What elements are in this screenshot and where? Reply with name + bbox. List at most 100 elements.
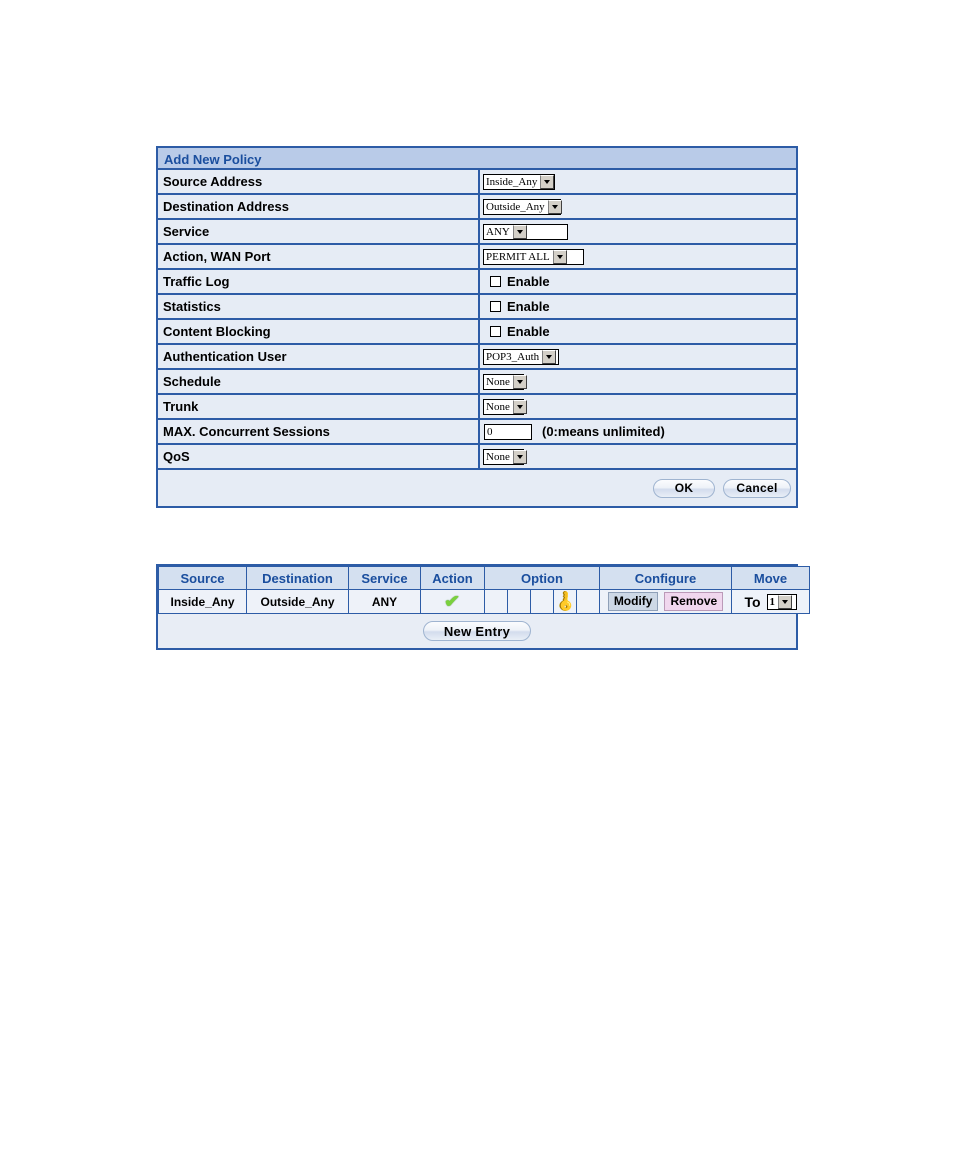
form-row-schedule: Schedule None: [158, 370, 796, 395]
traffic-log-checkbox[interactable]: [490, 276, 501, 287]
source-address-select-value: Inside_Any: [486, 175, 538, 188]
chevron-down-icon[interactable]: [512, 449, 527, 464]
label-authentication-user: Authentication User: [158, 345, 480, 368]
form-row-authentication-user: Authentication User POP3_Auth: [158, 345, 796, 370]
service-select[interactable]: ANY: [483, 223, 568, 240]
chevron-down-icon[interactable]: [512, 399, 527, 414]
column-header-move: Move: [731, 566, 810, 590]
column-header-action: Action: [420, 566, 485, 590]
cell-source: Inside_Any: [158, 589, 247, 614]
cell-option-2: [507, 589, 531, 614]
label-qos: QoS: [158, 445, 480, 468]
panel-title: Add New Policy: [158, 146, 796, 170]
form-row-service: Service ANY: [158, 220, 796, 245]
label-destination-address: Destination Address: [158, 195, 480, 218]
source-address-select[interactable]: Inside_Any: [483, 173, 555, 190]
value-qos: None: [480, 445, 796, 468]
label-content-blocking: Content Blocking: [158, 320, 480, 343]
trunk-select-value: None: [486, 400, 510, 413]
cell-option-3: [530, 589, 554, 614]
column-header-source: Source: [158, 566, 247, 590]
cell-option-4: 🔑: [552, 588, 578, 615]
form-row-traffic-log: Traffic Log Enable: [158, 270, 796, 295]
form-row-statistics: Statistics Enable: [158, 295, 796, 320]
value-trunk: None: [480, 395, 796, 418]
destination-address-select[interactable]: Outside_Any: [483, 198, 562, 215]
policy-list-footer: New Entry: [158, 614, 796, 648]
chevron-down-icon[interactable]: [542, 349, 557, 364]
max-concurrent-sessions-input[interactable]: [484, 423, 532, 440]
chevron-down-icon[interactable]: [552, 249, 567, 264]
column-header-service: Service: [348, 566, 421, 590]
column-header-configure: Configure: [599, 566, 732, 590]
label-source-address: Source Address: [158, 170, 480, 193]
cancel-button[interactable]: Cancel: [723, 478, 791, 498]
value-destination-address: Outside_Any: [480, 195, 796, 218]
destination-address-select-value: Outside_Any: [486, 200, 545, 213]
chevron-down-icon[interactable]: [512, 224, 527, 239]
chevron-down-icon[interactable]: [778, 594, 793, 609]
column-header-option: Option: [484, 566, 600, 590]
form-row-max-concurrent-sessions: MAX. Concurrent Sessions (0:means unlimi…: [158, 420, 796, 445]
policy-list-table: Source Destination Service Action Option…: [158, 566, 810, 614]
column-header-destination: Destination: [246, 566, 349, 590]
label-service: Service: [158, 220, 480, 243]
content-blocking-checkbox[interactable]: [490, 326, 501, 337]
cell-action: ✔: [420, 589, 485, 614]
schedule-select[interactable]: None: [483, 373, 527, 390]
cell-move: To 1: [731, 589, 810, 614]
traffic-log-checkbox-label: Enable: [507, 274, 550, 289]
label-traffic-log: Traffic Log: [158, 270, 480, 293]
value-service: ANY: [480, 220, 796, 243]
label-statistics: Statistics: [158, 295, 480, 318]
table-header-row: Source Destination Service Action Option…: [158, 566, 810, 590]
key-icon: 🔑: [552, 588, 578, 615]
move-position-select[interactable]: 1: [766, 593, 797, 610]
chevron-down-icon[interactable]: [547, 199, 562, 214]
move-to-label: To: [744, 593, 761, 610]
cell-configure: Modify Remove: [599, 589, 732, 614]
move-position-select-value: 1: [769, 595, 776, 608]
cell-destination: Outside_Any: [246, 589, 349, 614]
label-schedule: Schedule: [158, 370, 480, 393]
chevron-down-icon[interactable]: [512, 374, 527, 389]
policy-list-panel: Source Destination Service Action Option…: [156, 564, 810, 650]
form-row-content-blocking: Content Blocking Enable: [158, 320, 796, 345]
add-new-policy-panel: Add New Policy Source Address Inside_Any…: [156, 146, 798, 508]
qos-select[interactable]: None: [483, 448, 527, 465]
label-action-wan-port: Action, WAN Port: [158, 245, 480, 268]
value-content-blocking: Enable: [480, 320, 796, 343]
chevron-down-icon[interactable]: [540, 174, 555, 189]
authentication-user-select-value: POP3_Auth: [486, 350, 540, 363]
value-max-concurrent-sessions: (0:means unlimited): [480, 420, 796, 443]
statistics-checkbox[interactable]: [490, 301, 501, 312]
value-authentication-user: POP3_Auth: [480, 345, 796, 368]
max-concurrent-sessions-hint: (0:means unlimited): [542, 424, 665, 439]
form-row-source-address: Source Address Inside_Any: [158, 170, 796, 195]
schedule-select-value: None: [486, 375, 510, 388]
value-source-address: Inside_Any: [480, 170, 796, 193]
value-traffic-log: Enable: [480, 270, 796, 293]
modify-button[interactable]: Modify: [607, 592, 659, 611]
qos-select-value: None: [486, 450, 510, 463]
form-row-destination-address: Destination Address Outside_Any: [158, 195, 796, 220]
authentication-user-select[interactable]: POP3_Auth: [483, 348, 559, 365]
content-blocking-checkbox-label: Enable: [507, 324, 550, 339]
cell-option-1: [484, 589, 508, 614]
form-row-trunk: Trunk None: [158, 395, 796, 420]
label-max-concurrent-sessions: MAX. Concurrent Sessions: [158, 420, 480, 443]
value-statistics: Enable: [480, 295, 796, 318]
trunk-select[interactable]: None: [483, 398, 527, 415]
panel-footer: OK Cancel: [158, 470, 796, 506]
form-row-qos: QoS None: [158, 445, 796, 470]
action-wan-port-select[interactable]: PERMIT ALL: [483, 248, 584, 265]
new-entry-button[interactable]: New Entry: [423, 621, 531, 641]
cell-service: ANY: [348, 589, 421, 614]
ok-button[interactable]: OK: [653, 478, 715, 498]
label-trunk: Trunk: [158, 395, 480, 418]
green-check-icon: ✔: [444, 592, 461, 611]
remove-button[interactable]: Remove: [664, 592, 724, 611]
statistics-checkbox-label: Enable: [507, 299, 550, 314]
form-row-action-wan-port: Action, WAN Port PERMIT ALL: [158, 245, 796, 270]
table-row: Inside_Any Outside_Any ANY ✔ 🔑 Modify Re…: [158, 588, 810, 615]
